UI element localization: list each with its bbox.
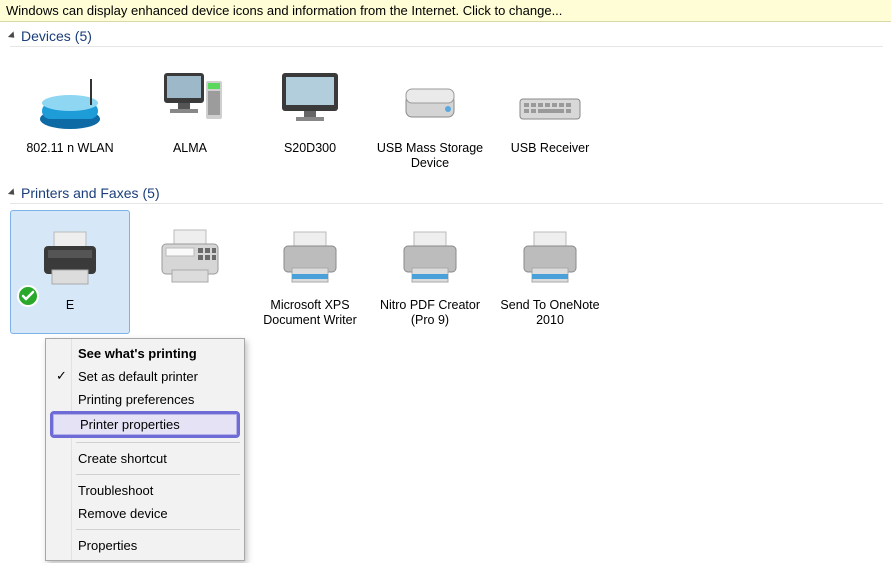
info-bar-text: Windows can display enhanced device icon…	[6, 3, 562, 18]
printer-icon	[390, 216, 470, 296]
printer-icon	[510, 216, 590, 296]
printer-label: Nitro PDF Creator (Pro 9)	[374, 298, 486, 328]
printer-item-fax[interactable]	[130, 210, 250, 334]
enhanced-icons-info-bar[interactable]: Windows can display enhanced device icon…	[0, 0, 891, 22]
menu-remove-device[interactable]: Remove device	[48, 502, 242, 525]
router-icon	[30, 59, 110, 139]
devices-section: Devices (5) 802.11 n WLAN	[0, 22, 891, 179]
menu-printing-preferences[interactable]: Printing preferences	[48, 388, 242, 411]
printers-section-header[interactable]: Printers and Faxes (5)	[10, 185, 883, 204]
device-item-computer[interactable]: ALMA	[130, 53, 250, 177]
default-check-badge-icon	[17, 285, 39, 307]
printer-icon	[270, 216, 350, 296]
devices-section-title: Devices	[21, 28, 71, 44]
devices-section-count: (5)	[75, 28, 92, 44]
menu-see-whats-printing[interactable]: See what's printing	[48, 342, 242, 365]
checkmark-icon: ✓	[56, 368, 67, 384]
desktop-computer-icon	[150, 59, 230, 139]
collapse-triangle-icon	[8, 188, 17, 197]
menu-create-shortcut[interactable]: Create shortcut	[48, 447, 242, 470]
menu-separator	[76, 442, 240, 443]
printer-icon	[30, 216, 110, 296]
printer-label: Microsoft XPS Document Writer	[254, 298, 366, 328]
printer-label: E	[66, 298, 74, 313]
device-item-external-drive[interactable]: USB Mass Storage Device	[370, 53, 490, 177]
printers-grid: E	[10, 204, 891, 336]
printers-section-count: (5)	[143, 185, 160, 201]
printer-item-onenote[interactable]: Send To OneNote 2010	[490, 210, 610, 334]
fax-icon	[150, 216, 230, 296]
monitor-icon	[270, 59, 350, 139]
device-item-monitor[interactable]: S20D300	[250, 53, 370, 177]
menu-separator	[76, 474, 240, 475]
printers-section-title: Printers and Faxes	[21, 185, 139, 201]
device-label: USB Receiver	[511, 141, 590, 156]
menu-printer-properties[interactable]: Printer properties	[50, 411, 240, 438]
devices-grid: 802.11 n WLAN ALMA	[10, 47, 891, 179]
device-label: S20D300	[284, 141, 336, 156]
device-label: ALMA	[173, 141, 207, 156]
printer-item-default[interactable]: E	[10, 210, 130, 334]
device-item-router[interactable]: 802.11 n WLAN	[10, 53, 130, 177]
collapse-triangle-icon	[8, 31, 17, 40]
device-label: 802.11 n WLAN	[26, 141, 113, 156]
printer-context-menu: See what's printing ✓Set as default prin…	[45, 338, 245, 561]
menu-properties[interactable]: Properties	[48, 534, 242, 557]
device-item-keyboard[interactable]: USB Receiver	[490, 53, 610, 177]
external-drive-icon	[390, 59, 470, 139]
keyboard-icon	[510, 59, 590, 139]
device-label: USB Mass Storage Device	[374, 141, 486, 171]
printer-item-nitro[interactable]: Nitro PDF Creator (Pro 9)	[370, 210, 490, 334]
menu-troubleshoot[interactable]: Troubleshoot	[48, 479, 242, 502]
printer-item-xps[interactable]: Microsoft XPS Document Writer	[250, 210, 370, 334]
printers-section: Printers and Faxes (5) E	[0, 179, 891, 336]
menu-separator	[76, 529, 240, 530]
devices-section-header[interactable]: Devices (5)	[10, 28, 883, 47]
menu-set-default-printer[interactable]: ✓Set as default printer	[48, 365, 242, 388]
printer-label: Send To OneNote 2010	[494, 298, 606, 328]
